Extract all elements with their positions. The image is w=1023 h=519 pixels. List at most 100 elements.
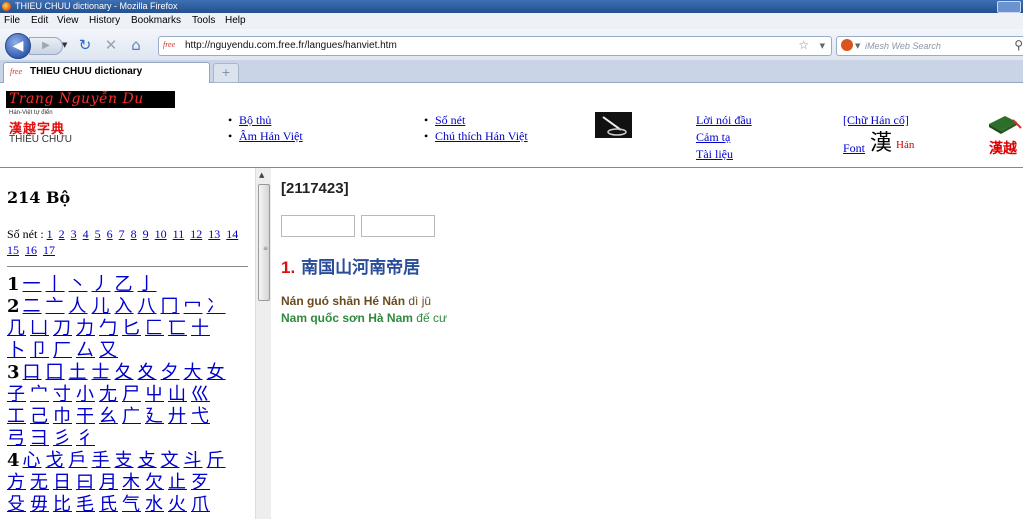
stroke-count-link-17[interactable]: 17 xyxy=(43,243,55,257)
stroke-count-link-8[interactable]: 8 xyxy=(131,227,137,241)
radical-link[interactable]: 丨 xyxy=(46,274,65,295)
tab-thieu-chuu[interactable]: free THIEU CHUU dictionary xyxy=(3,62,210,83)
radical-link[interactable]: 士 xyxy=(92,362,111,383)
menu-edit[interactable]: Edit xyxy=(31,13,48,29)
radical-link[interactable]: 厂 xyxy=(53,340,72,361)
radical-link[interactable]: 夕 xyxy=(161,362,180,383)
radical-link[interactable]: 爪 xyxy=(191,494,210,515)
search-input[interactable]: iMesh Web Search xyxy=(865,38,941,54)
radical-link[interactable]: 乙 xyxy=(115,274,134,295)
url-text[interactable]: http://nguyendu.com.free.fr/langues/hanv… xyxy=(185,38,397,54)
radical-link[interactable]: 广 xyxy=(122,406,141,427)
link-bo-thu[interactable]: Bộ thủ xyxy=(239,113,271,128)
radical-link[interactable]: 手 xyxy=(92,450,111,471)
search-engine-icon[interactable] xyxy=(841,39,853,51)
radical-link[interactable]: 屮 xyxy=(145,384,164,405)
radical-link[interactable]: 寸 xyxy=(53,384,72,405)
radical-link[interactable]: 斤 xyxy=(207,450,226,471)
stroke-count-link-1[interactable]: 1 xyxy=(47,227,53,241)
radical-link[interactable]: 大 xyxy=(184,362,203,383)
radical-link[interactable]: 儿 xyxy=(92,296,111,317)
radical-link[interactable]: 氏 xyxy=(99,494,118,515)
radical-link[interactable]: 己 xyxy=(30,406,49,427)
radical-link[interactable]: 欠 xyxy=(145,472,164,493)
radical-link[interactable]: 工 xyxy=(7,406,26,427)
menu-view[interactable]: View xyxy=(57,13,79,29)
radical-link[interactable]: 弋 xyxy=(191,406,210,427)
menu-help[interactable]: Help xyxy=(225,13,246,29)
scroll-up-icon[interactable]: ▲ xyxy=(259,171,264,179)
link-so-net[interactable]: Số nét xyxy=(435,113,465,128)
book-icon[interactable] xyxy=(987,114,1023,136)
radical-link[interactable]: 卜 xyxy=(7,340,26,361)
radical-link[interactable]: 弓 xyxy=(7,428,26,449)
radical-link[interactable]: 攴 xyxy=(138,450,157,471)
radical-link[interactable]: 卩 xyxy=(30,340,49,361)
radical-link[interactable]: 歹 xyxy=(191,472,210,493)
radical-link[interactable]: 火 xyxy=(168,494,187,515)
search-field-2[interactable] xyxy=(361,215,435,237)
stroke-count-link-5[interactable]: 5 xyxy=(95,227,101,241)
home-icon[interactable]: ⌂ xyxy=(126,35,146,55)
radical-link[interactable]: 斗 xyxy=(184,450,203,471)
radical-link[interactable]: 亅 xyxy=(138,274,157,295)
radical-link[interactable]: 止 xyxy=(168,472,187,493)
radical-link[interactable]: 廴 xyxy=(145,406,164,427)
link-loi-noi-dau[interactable]: Lời nói đầu xyxy=(696,113,752,128)
bookmark-star-icon[interactable]: ☆ xyxy=(798,37,809,54)
radical-link[interactable]: 比 xyxy=(53,494,72,515)
radical-link[interactable]: 文 xyxy=(161,450,180,471)
radical-link[interactable]: 匚 xyxy=(145,318,164,339)
menu-history[interactable]: History xyxy=(89,13,120,29)
radical-link[interactable]: 无 xyxy=(30,472,49,493)
search-field-1[interactable] xyxy=(281,215,355,237)
radical-link[interactable]: 厶 xyxy=(76,340,95,361)
stroke-count-link-7[interactable]: 7 xyxy=(119,227,125,241)
radical-link[interactable]: 八 xyxy=(138,296,157,317)
radical-link[interactable]: 夊 xyxy=(138,362,157,383)
radical-link[interactable]: 日 xyxy=(53,472,72,493)
radical-link[interactable]: 宀 xyxy=(30,384,49,405)
scrollbar-thumb[interactable]: ≡ xyxy=(258,184,270,301)
radical-link[interactable]: 彳 xyxy=(76,428,95,449)
stroke-count-link-10[interactable]: 10 xyxy=(155,227,167,241)
stroke-count-link-14[interactable]: 14 xyxy=(226,227,238,241)
menu-tools[interactable]: Tools xyxy=(192,13,215,29)
radical-link[interactable]: 巾 xyxy=(53,406,72,427)
brush-ink-icon[interactable] xyxy=(595,112,632,138)
link-cam-ta[interactable]: Cảm tạ xyxy=(696,130,730,145)
radical-link[interactable]: 夂 xyxy=(115,362,134,383)
radical-link[interactable]: 子 xyxy=(7,384,26,405)
radical-link[interactable]: 戶 xyxy=(69,450,88,471)
radical-link[interactable]: 支 xyxy=(115,450,134,471)
hanviet-label[interactable]: 漢越 xyxy=(989,138,1017,158)
radical-link[interactable]: 小 xyxy=(76,384,95,405)
back-button[interactable]: ◀ xyxy=(5,33,31,59)
radical-link[interactable]: 气 xyxy=(122,494,141,515)
radical-link[interactable]: 水 xyxy=(145,494,164,515)
menu-bookmarks[interactable]: Bookmarks xyxy=(131,13,181,29)
history-dropdown-icon[interactable]: ▼ xyxy=(62,37,70,53)
radical-link[interactable]: 戈 xyxy=(46,450,65,471)
radical-link[interactable]: 勹 xyxy=(99,318,118,339)
stroke-count-link-16[interactable]: 16 xyxy=(25,243,37,257)
radical-link[interactable]: 十 xyxy=(191,318,210,339)
radical-link[interactable]: 囗 xyxy=(46,362,65,383)
url-dropdown-icon[interactable]: ▼ xyxy=(820,37,825,55)
radical-link[interactable]: 刀 xyxy=(53,318,72,339)
radical-link[interactable]: 毛 xyxy=(76,494,95,515)
radical-link[interactable]: 木 xyxy=(122,472,141,493)
radical-link[interactable]: 凵 xyxy=(30,318,49,339)
radical-link[interactable]: 丿 xyxy=(92,274,111,295)
radical-link[interactable]: 女 xyxy=(207,362,226,383)
forward-button[interactable]: ▶ xyxy=(29,37,63,55)
site-logo-banner[interactable]: Trang Nguyễn Du xyxy=(6,91,175,108)
left-frame-scrollbar[interactable]: ▲ ≡ xyxy=(255,168,271,519)
stop-icon[interactable]: ✕ xyxy=(101,35,121,55)
url-bar[interactable]: free http://nguyendu.com.free.fr/langues… xyxy=(158,36,832,56)
stroke-count-link-9[interactable]: 9 xyxy=(143,227,149,241)
radical-link[interactable]: 亠 xyxy=(46,296,65,317)
link-font[interactable]: Font xyxy=(843,141,865,156)
radical-link[interactable]: 口 xyxy=(23,362,42,383)
radical-link[interactable]: 冖 xyxy=(184,296,203,317)
